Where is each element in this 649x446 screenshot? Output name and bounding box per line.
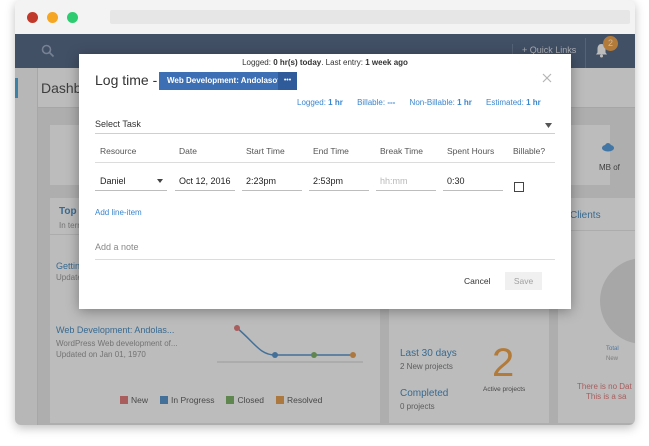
billable-checkbox[interactable] bbox=[514, 182, 524, 192]
save-button[interactable]: Save bbox=[505, 272, 542, 290]
project-menu-button[interactable]: ••• bbox=[278, 72, 297, 90]
project-badge[interactable]: Web Development: Andolasoft bbox=[159, 72, 291, 90]
date-input[interactable]: Oct 12, 2016 bbox=[179, 176, 231, 186]
spent-hours-input[interactable]: 0:30 bbox=[447, 176, 465, 186]
resource-select[interactable]: Daniel bbox=[100, 176, 126, 186]
select-task-dropdown[interactable]: Select Task bbox=[95, 119, 141, 129]
chevron-down-icon[interactable] bbox=[545, 123, 552, 128]
chevron-down-icon[interactable] bbox=[157, 179, 163, 183]
modal-title: Log time - bbox=[95, 72, 158, 88]
column-break-time: Break Time bbox=[380, 146, 423, 156]
column-end-time: End Time bbox=[313, 146, 349, 156]
end-time-input[interactable]: 2:53pm bbox=[313, 176, 343, 186]
note-input[interactable]: Add a note bbox=[95, 242, 139, 252]
log-time-modal: Logged: 0 hr(s) today. Last entry: 1 wee… bbox=[79, 54, 571, 309]
column-resource: Resource bbox=[100, 146, 137, 156]
add-line-item-link[interactable]: Add line-item bbox=[95, 208, 142, 217]
browser-titlebar bbox=[15, 0, 635, 34]
logged-summary: Logged: 0 hr(s) today. Last entry: 1 wee… bbox=[242, 58, 408, 67]
start-time-input[interactable]: 2:23pm bbox=[246, 176, 276, 186]
maximize-window-dot[interactable] bbox=[67, 12, 78, 23]
column-start-time: Start Time bbox=[246, 146, 285, 156]
break-time-input[interactable]: hh:mm bbox=[380, 176, 408, 186]
column-date: Date bbox=[179, 146, 197, 156]
column-spent-hours: Spent Hours bbox=[447, 146, 495, 156]
hours-summary: Logged: 1 hr Billable: --- Non-Billable:… bbox=[297, 98, 541, 107]
close-window-dot[interactable] bbox=[27, 12, 38, 23]
column-billable: Billable? bbox=[513, 146, 546, 156]
minimize-window-dot[interactable] bbox=[47, 12, 58, 23]
address-bar[interactable] bbox=[110, 10, 630, 24]
close-icon[interactable] bbox=[542, 73, 552, 83]
cancel-button[interactable]: Cancel bbox=[464, 276, 490, 286]
